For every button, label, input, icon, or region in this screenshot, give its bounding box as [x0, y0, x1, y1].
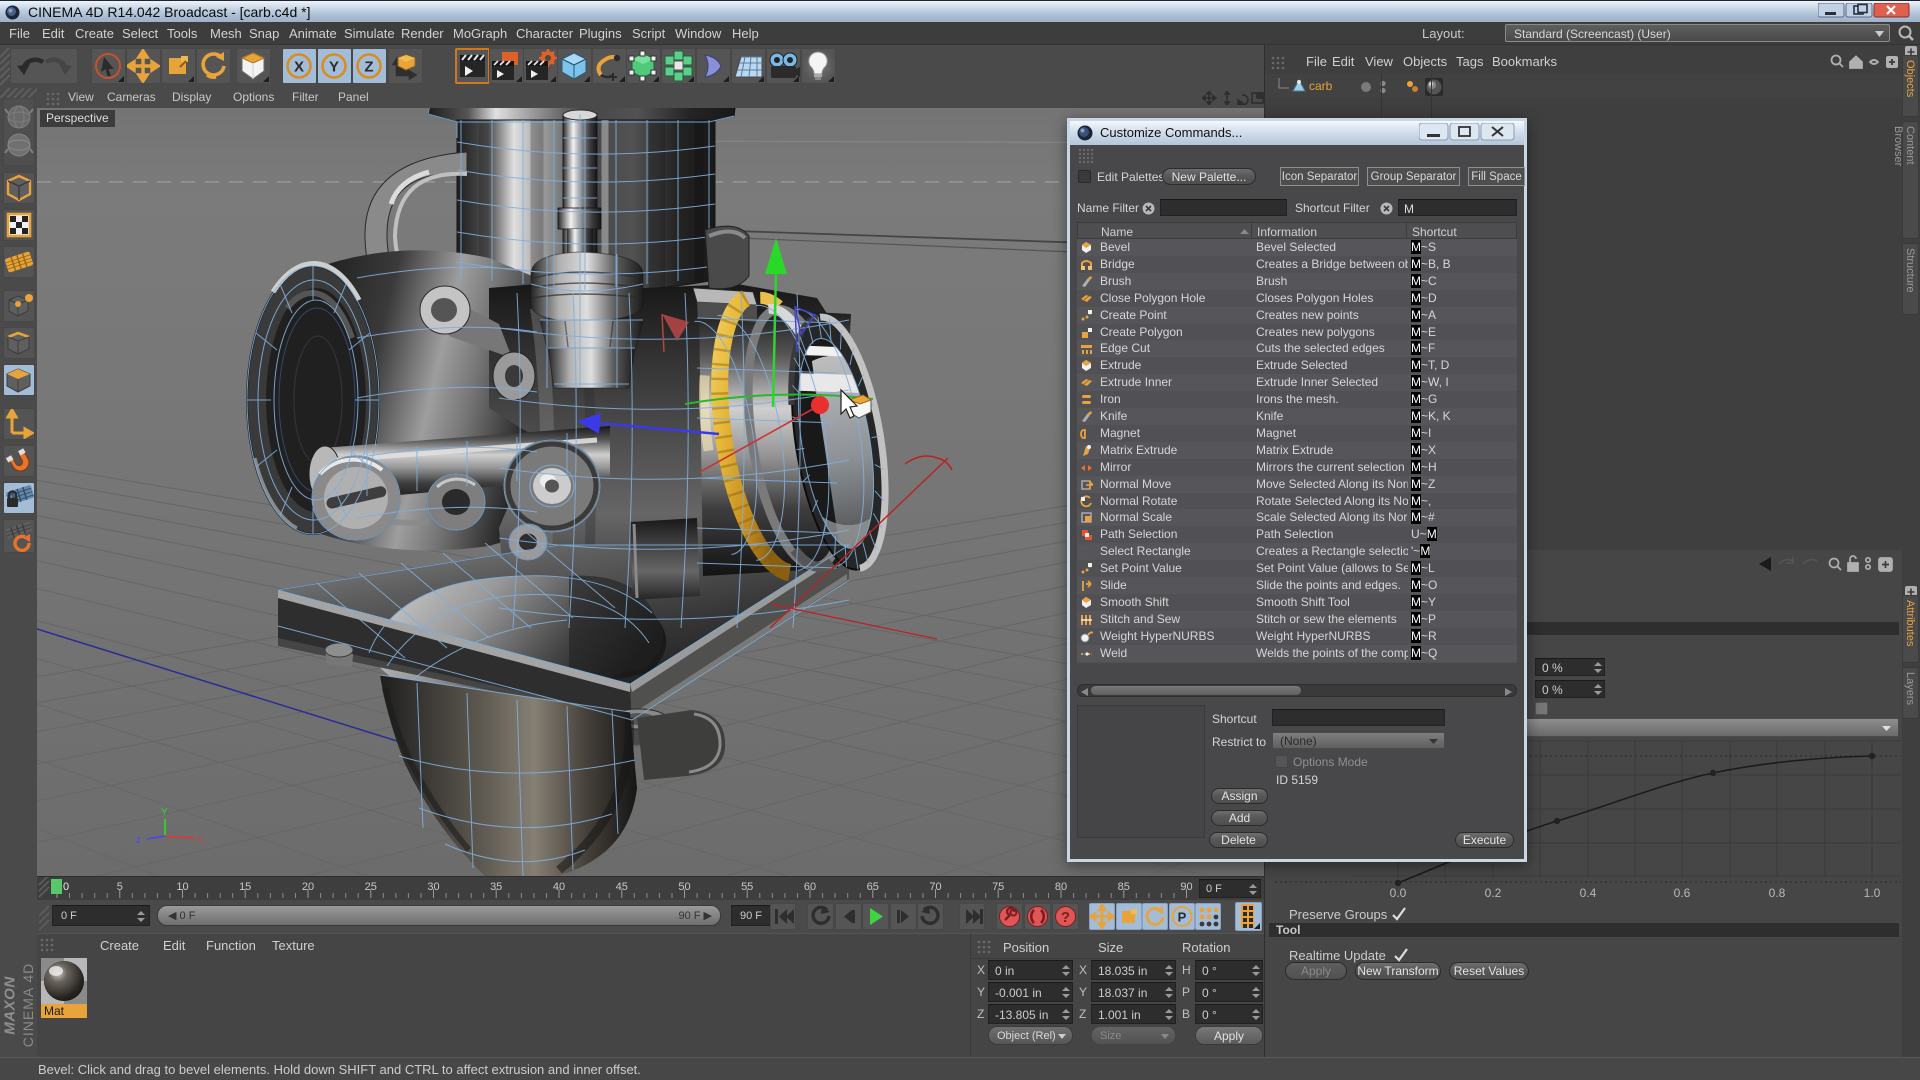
svg-text:50: 50 — [678, 881, 690, 893]
svg-text:Y: Y — [329, 59, 339, 76]
svg-text:0.0: 0.0 — [1390, 886, 1407, 900]
svg-text:0.8: 0.8 — [1769, 886, 1786, 900]
svg-text:X: X — [294, 59, 304, 76]
svg-text:40: 40 — [553, 881, 565, 893]
svg-text:70: 70 — [929, 881, 941, 893]
svg-text:45: 45 — [616, 881, 628, 893]
svg-text:0.4: 0.4 — [1580, 886, 1597, 900]
svg-text:60: 60 — [804, 881, 816, 893]
svg-text:30: 30 — [427, 881, 439, 893]
svg-text:15: 15 — [239, 881, 251, 893]
svg-text:P: P — [1177, 910, 1186, 925]
svg-text:1.0: 1.0 — [1864, 886, 1881, 900]
svg-text:75: 75 — [992, 881, 1004, 893]
svg-text:25: 25 — [365, 881, 377, 893]
svg-text:0: 0 — [63, 881, 69, 893]
svg-text:20: 20 — [302, 881, 314, 893]
svg-text:35: 35 — [490, 881, 502, 893]
svg-text:?: ? — [1061, 909, 1070, 926]
svg-text:55: 55 — [741, 881, 753, 893]
svg-text:65: 65 — [867, 881, 879, 893]
svg-text:5: 5 — [117, 881, 123, 893]
svg-text:z: z — [136, 835, 141, 846]
svg-text:85: 85 — [1118, 881, 1130, 893]
svg-text:Mat: Mat — [44, 1004, 65, 1018]
svg-text:10: 10 — [176, 881, 188, 893]
svg-text:0.2: 0.2 — [1485, 886, 1502, 900]
svg-text:x: x — [198, 834, 203, 845]
svg-text:90: 90 — [1180, 881, 1192, 893]
svg-text:0.6: 0.6 — [1674, 886, 1691, 900]
svg-text:80: 80 — [1055, 881, 1067, 893]
svg-text:Y: Y — [161, 807, 168, 818]
svg-text:Z: Z — [364, 59, 373, 76]
